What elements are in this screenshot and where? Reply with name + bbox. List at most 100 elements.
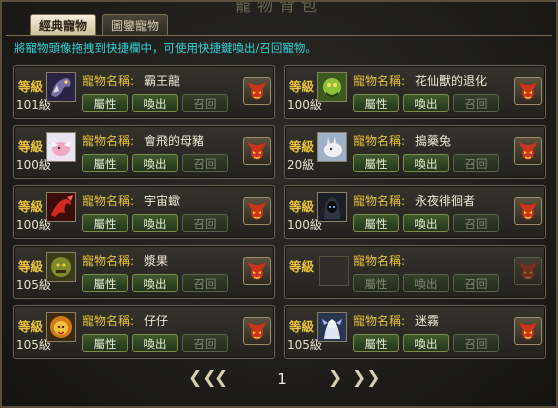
pet-name-label: 寵物名稱: bbox=[82, 254, 135, 268]
pet-avatar[interactable] bbox=[46, 192, 76, 222]
pet-card: 等級 20級 寵物名稱: 搗藥兔屬性 喚出 召回 bbox=[284, 125, 546, 179]
pet-card: 等級 100級 寵物名稱: 花仙獸的退化 屬性 喚出 召回 bbox=[284, 65, 546, 119]
recall-button[interactable]: 召回 bbox=[182, 214, 228, 232]
attr-button[interactable]: 屬性 bbox=[82, 94, 128, 112]
pet-name-label: 寵物名稱: bbox=[353, 134, 406, 148]
attr-button[interactable]: 屬性 bbox=[353, 334, 399, 352]
pet-name: 迷霧 bbox=[415, 314, 440, 328]
recall-button[interactable]: 召回 bbox=[182, 274, 228, 292]
recall-button[interactable]: 召回 bbox=[182, 94, 228, 112]
summon-button[interactable]: 喚出 bbox=[403, 334, 449, 352]
attr-button[interactable]: 屬性 bbox=[353, 154, 399, 172]
devil-icon[interactable] bbox=[514, 197, 542, 225]
attr-button[interactable]: 屬性 bbox=[353, 94, 399, 112]
next-page-icon[interactable]: ❯ bbox=[328, 368, 350, 388]
pet-avatar[interactable] bbox=[317, 192, 347, 222]
empty-avatar-slot[interactable] bbox=[319, 256, 349, 286]
level-label: 等級 bbox=[18, 319, 44, 334]
devil-icon[interactable] bbox=[514, 77, 542, 105]
summon-button[interactable]: 喚出 bbox=[132, 94, 178, 112]
attr-button[interactable]: 屬性 bbox=[353, 214, 399, 232]
pet-card: 等級 105級 寵物名稱: 迷霧 屬性 喚出 召回 bbox=[284, 305, 546, 359]
level-label: 等級 bbox=[289, 199, 315, 214]
pet-name-label: 寵物名稱: bbox=[353, 194, 406, 208]
summon-button[interactable]: 喚出 bbox=[403, 274, 449, 292]
devil-icon[interactable] bbox=[243, 317, 271, 345]
pet-name-label: 寵物名稱: bbox=[353, 314, 406, 328]
recall-button[interactable]: 召回 bbox=[453, 94, 499, 112]
pet-name: 花仙獸的退化 bbox=[415, 74, 488, 88]
level-label: 等級 bbox=[18, 259, 44, 274]
recall-button[interactable]: 召回 bbox=[182, 334, 228, 352]
pager: ❮❮ ❮ 1 ❯ ❯❯ bbox=[2, 368, 556, 392]
pet-name-label: 寵物名稱: bbox=[353, 74, 406, 88]
summon-button[interactable]: 喚出 bbox=[403, 214, 449, 232]
pet-card: 等級 105級 寵物名稱: 仔仔 屬性 喚出 召回 bbox=[13, 305, 275, 359]
pet-name-label: 寵物名稱: bbox=[82, 134, 135, 148]
tab-classic-pets[interactable]: 經典寵物 bbox=[30, 14, 97, 36]
summon-button[interactable]: 喚出 bbox=[132, 214, 178, 232]
pet-name: 會飛的母豬 bbox=[144, 134, 205, 148]
summon-button[interactable]: 喚出 bbox=[403, 94, 449, 112]
level-value: 20級 bbox=[287, 158, 315, 172]
pet-card: 等級 100級 寵物名稱: 會飛的母豬 屬性 喚出 召回 bbox=[13, 125, 275, 179]
attr-button[interactable]: 屬性 bbox=[82, 214, 128, 232]
attr-button[interactable]: 屬性 bbox=[82, 154, 128, 172]
pet-name: 霸王龍 bbox=[144, 74, 181, 88]
devil-icon[interactable] bbox=[514, 257, 542, 285]
pet-avatar[interactable] bbox=[317, 72, 347, 102]
pet-avatar[interactable] bbox=[317, 312, 347, 342]
page-number: 1 bbox=[277, 370, 287, 388]
pet-name-label: 寵物名稱: bbox=[82, 194, 135, 208]
devil-icon[interactable] bbox=[243, 257, 271, 285]
pet-name-label: 寵物名稱: bbox=[82, 314, 135, 328]
recall-button[interactable]: 召回 bbox=[182, 154, 228, 172]
attr-button[interactable]: 屬性 bbox=[353, 274, 399, 292]
attr-button[interactable]: 屬性 bbox=[82, 334, 128, 352]
prev-page-icon[interactable]: ❮ bbox=[214, 368, 236, 388]
last-page-icon[interactable]: ❯❯ bbox=[352, 368, 381, 388]
level-label: 等級 bbox=[18, 139, 44, 154]
pet-name: 仔仔 bbox=[144, 314, 169, 328]
recall-button[interactable]: 召回 bbox=[453, 274, 499, 292]
tab-codex-pets[interactable]: 圖鑒寵物 bbox=[102, 14, 169, 36]
summon-button[interactable]: 喚出 bbox=[132, 334, 178, 352]
pet-name-label: 寵物名稱: bbox=[82, 74, 135, 88]
devil-icon[interactable] bbox=[243, 77, 271, 105]
level-label: 等級 bbox=[289, 79, 315, 94]
devil-icon[interactable] bbox=[514, 137, 542, 165]
level-label: 等級 bbox=[18, 79, 44, 94]
pet-card: 等級 寵物名稱: 屬性 喚出 召回 bbox=[284, 245, 546, 299]
pet-card: 等級 101級 寵物名稱: 霸王龍 屬性 喚出 召回 bbox=[13, 65, 275, 119]
pet-avatar[interactable] bbox=[46, 312, 76, 342]
pet-name: 宇宙蠍 bbox=[144, 194, 181, 208]
pet-avatar[interactable] bbox=[317, 132, 347, 162]
summon-button[interactable]: 喚出 bbox=[403, 154, 449, 172]
tab-divider bbox=[6, 35, 552, 36]
pet-name: 永夜徘徊者 bbox=[415, 194, 476, 208]
recall-button[interactable]: 召回 bbox=[453, 214, 499, 232]
level-label: 等級 bbox=[18, 199, 44, 214]
level-label: 等級 bbox=[289, 319, 315, 334]
recall-button[interactable]: 召回 bbox=[453, 334, 499, 352]
pet-card: 等級 100級 寵物名稱: 宇宙蠍 屬性 喚出 召回 bbox=[13, 185, 275, 239]
attr-button[interactable]: 屬性 bbox=[82, 274, 128, 292]
hint-text: 將寵物頭像拖拽到快捷欄中，可使用快捷鍵喚出/召回寵物。 bbox=[14, 41, 317, 55]
pet-avatar[interactable] bbox=[46, 132, 76, 162]
pet-name: 搗藥兔 bbox=[415, 134, 452, 148]
pet-name: 漿果 bbox=[144, 254, 169, 268]
summon-button[interactable]: 喚出 bbox=[132, 154, 178, 172]
pet-name-label: 寵物名稱: bbox=[353, 254, 406, 268]
first-page-icon[interactable]: ❮❮ bbox=[188, 368, 217, 388]
devil-icon[interactable] bbox=[243, 137, 271, 165]
recall-button[interactable]: 召回 bbox=[453, 154, 499, 172]
pet-card: 等級 100級 寵物名稱: 永夜徘徊者 屬性 喚出 召回 bbox=[284, 185, 546, 239]
pet-bag-window: 寵物背包 經典寵物 圖鑒寵物 將寵物頭像拖拽到快捷欄中，可使用快捷鍵喚出/召回寵… bbox=[0, 0, 558, 408]
devil-icon[interactable] bbox=[243, 197, 271, 225]
summon-button[interactable]: 喚出 bbox=[132, 274, 178, 292]
level-label: 等級 bbox=[289, 139, 315, 154]
pet-card: 等級 105級 寵物名稱: 漿果 屬性 喚出 召回 bbox=[13, 245, 275, 299]
pet-avatar[interactable] bbox=[46, 72, 76, 102]
devil-icon[interactable] bbox=[514, 317, 542, 345]
pet-avatar[interactable] bbox=[46, 252, 76, 282]
